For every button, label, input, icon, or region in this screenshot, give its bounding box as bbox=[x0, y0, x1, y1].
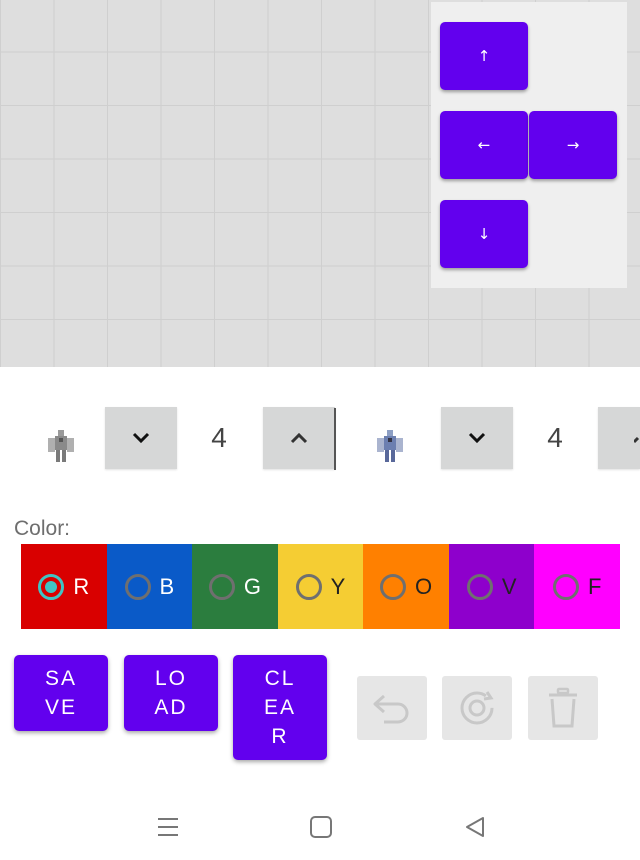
radio-button[interactable] bbox=[208, 573, 235, 600]
save-button[interactable]: SAVE bbox=[14, 655, 108, 731]
color-option-label: F bbox=[588, 573, 602, 599]
blue-robot-sprite-icon bbox=[372, 426, 408, 466]
counter-value-2: 4 bbox=[547, 422, 563, 453]
radio-button[interactable] bbox=[124, 573, 151, 600]
sprite-counters: 4 4 bbox=[0, 368, 640, 508]
color-option-o[interactable]: O bbox=[363, 544, 449, 629]
increment-button-1[interactable] bbox=[263, 407, 335, 469]
home-icon bbox=[310, 816, 332, 838]
radio-button[interactable] bbox=[380, 573, 407, 600]
load-button[interactable]: LOAD bbox=[124, 655, 218, 731]
color-option-label: B bbox=[159, 573, 175, 599]
trash-icon bbox=[549, 687, 577, 728]
chevron-up-icon bbox=[634, 436, 640, 444]
color-option-g[interactable]: G bbox=[192, 544, 278, 629]
move-left-button[interactable]: ← bbox=[440, 111, 528, 179]
color-label: Color: bbox=[14, 517, 71, 540]
undo-button[interactable] bbox=[357, 676, 427, 740]
radio-button[interactable] bbox=[38, 573, 65, 600]
move-right-button[interactable]: → bbox=[529, 111, 617, 179]
menu-button[interactable] bbox=[148, 810, 188, 844]
grey-robot-sprite-icon bbox=[43, 426, 79, 466]
increment-button-2[interactable] bbox=[598, 407, 640, 469]
counter-value-1: 4 bbox=[211, 422, 227, 453]
divider bbox=[334, 408, 336, 470]
redo-button[interactable] bbox=[442, 676, 512, 740]
decrement-button-2[interactable] bbox=[441, 407, 513, 469]
delete-button[interactable] bbox=[528, 676, 598, 740]
back-icon bbox=[466, 817, 484, 837]
decrement-button-1[interactable] bbox=[105, 407, 177, 469]
color-option-label: G bbox=[243, 573, 261, 599]
radio-button[interactable] bbox=[295, 573, 322, 600]
color-option-f[interactable]: F bbox=[534, 544, 621, 629]
move-up-button[interactable]: ↑ bbox=[440, 22, 528, 90]
menu-icon bbox=[158, 818, 178, 836]
color-option-label: Y bbox=[330, 573, 346, 599]
undo-icon bbox=[373, 694, 409, 724]
clear-button[interactable]: CLEAR bbox=[233, 655, 327, 760]
radio-button[interactable] bbox=[553, 573, 580, 600]
system-nav-bar bbox=[0, 790, 640, 860]
drawing-canvas[interactable]: ↑ ← → ↓ bbox=[0, 0, 640, 367]
redo-icon bbox=[460, 691, 494, 725]
color-option-label: V bbox=[501, 573, 517, 599]
back-button[interactable] bbox=[455, 810, 495, 844]
home-button[interactable] bbox=[301, 810, 341, 844]
color-option-b[interactable]: B bbox=[106, 544, 193, 629]
chevron-down-icon bbox=[132, 432, 150, 444]
color-option-label: R bbox=[73, 573, 90, 599]
color-option-label: O bbox=[415, 573, 433, 599]
color-option-y[interactable]: Y bbox=[277, 544, 364, 629]
radio-button[interactable] bbox=[466, 573, 493, 600]
move-down-button[interactable]: ↓ bbox=[440, 200, 528, 268]
chevron-down-icon bbox=[468, 432, 486, 444]
color-palette: RBGYOVF bbox=[21, 544, 621, 629]
color-option-v[interactable]: V bbox=[448, 544, 535, 629]
chevron-up-icon bbox=[290, 432, 308, 444]
color-option-r[interactable]: R bbox=[21, 544, 107, 629]
dpad-panel: ↑ ← → ↓ bbox=[431, 2, 627, 288]
